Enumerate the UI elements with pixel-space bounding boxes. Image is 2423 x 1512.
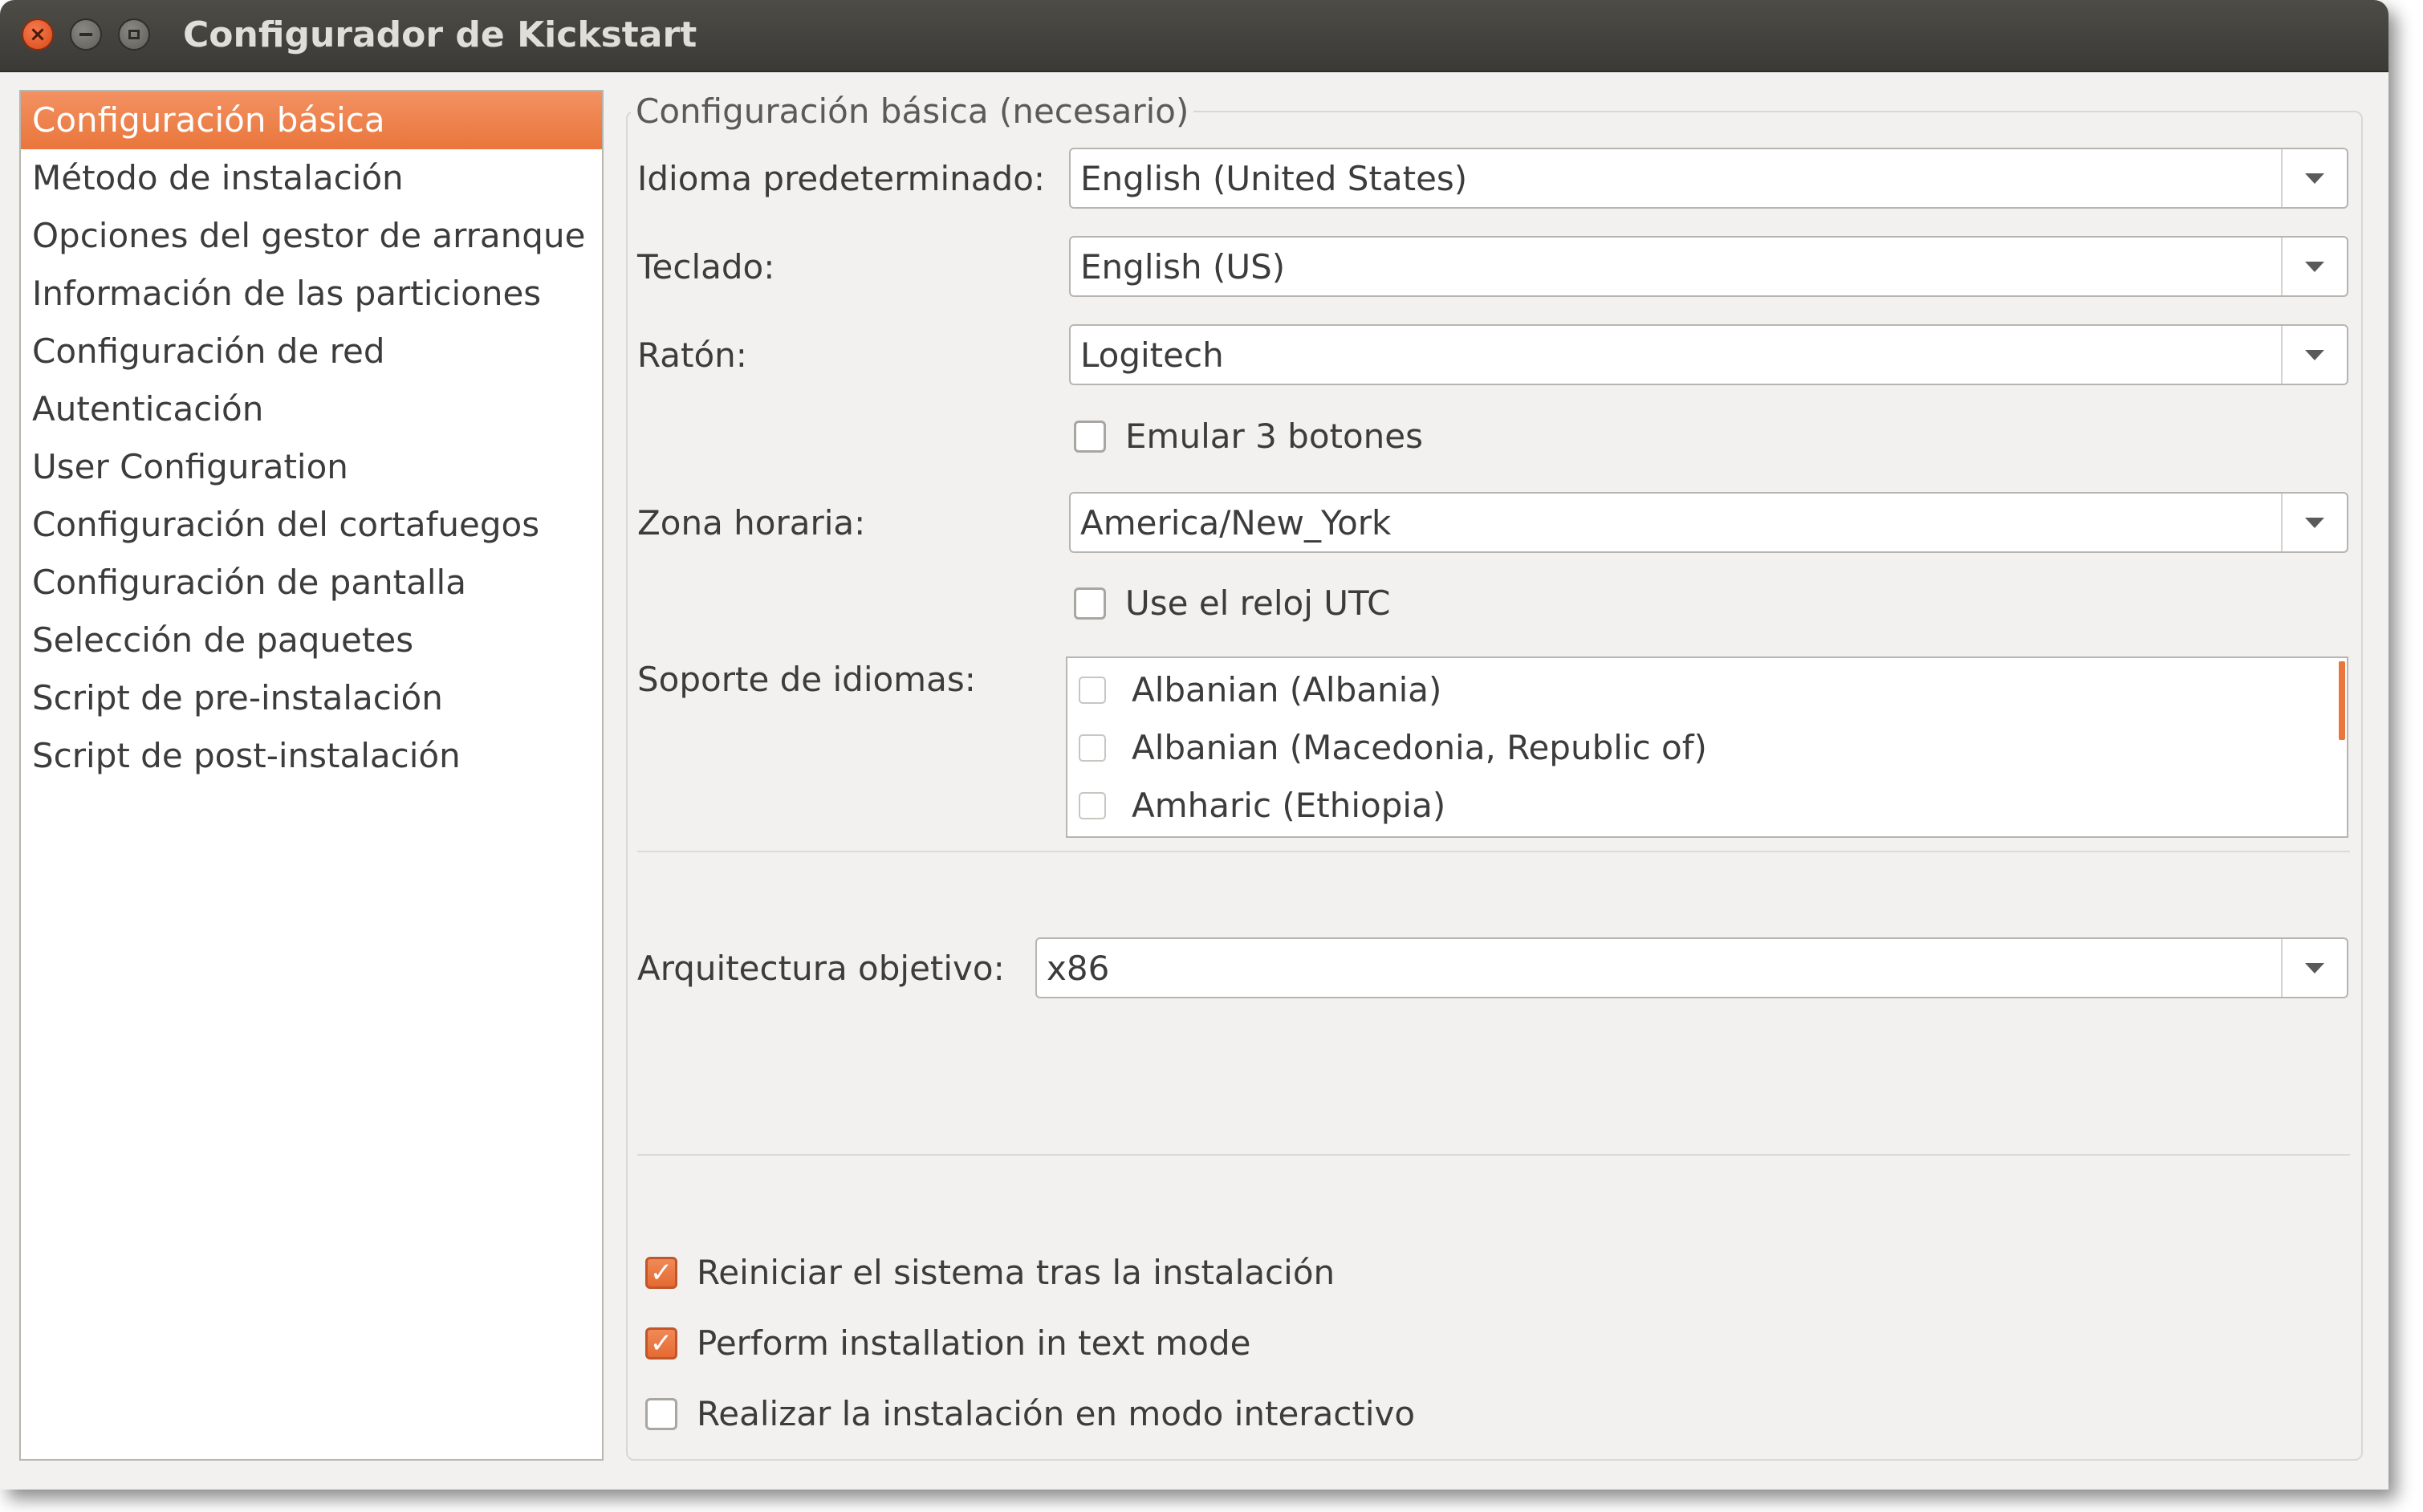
interactive-label[interactable]: Realizar la instalación en modo interact…: [697, 1392, 1415, 1436]
chevron-down-icon: [2305, 962, 2324, 973]
maximize-icon: [128, 30, 140, 39]
sidebar-item-configuracion-basica[interactable]: Configuración básica: [21, 91, 602, 149]
sidebar-item-gestor-arranque[interactable]: Opciones del gestor de arranque: [21, 207, 602, 265]
target-arch-combo[interactable]: x86: [1035, 937, 2348, 998]
minimize-button[interactable]: [70, 18, 102, 51]
text-mode-label[interactable]: Perform installation in text mode: [697, 1322, 1250, 1365]
sidebar-item-autenticacion[interactable]: Autenticación: [21, 380, 602, 438]
check-icon: ✓: [649, 1257, 673, 1289]
timezone-label: Zona horaria:: [637, 503, 866, 543]
mouse-value: Logitech: [1080, 335, 1224, 375]
keyboard-value: English (US): [1080, 247, 1286, 287]
sidebar-item-post-instalacion[interactable]: Script de post-instalación: [21, 727, 602, 785]
list-scroll-indicator[interactable]: [2339, 661, 2345, 740]
dropdown-arrow[interactable]: [2281, 238, 2347, 295]
text-mode-checkbox[interactable]: ✓: [645, 1327, 677, 1360]
reboot-checkbox[interactable]: ✓: [645, 1257, 677, 1289]
language-support-list[interactable]: Albanian (Albania) Albanian (Macedonia, …: [1066, 656, 2348, 838]
chevron-down-icon: [2305, 349, 2324, 360]
dropdown-arrow[interactable]: [2281, 494, 2347, 551]
sidebar-item-user-configuration[interactable]: User Configuration: [21, 438, 602, 496]
frame-title: Configuración básica (necesario): [631, 90, 1194, 133]
dropdown-arrow[interactable]: [2281, 149, 2347, 207]
utc-clock-checkbox[interactable]: [1074, 587, 1106, 620]
check-icon: ✓: [649, 1327, 673, 1360]
chevron-down-icon: [2305, 261, 2324, 272]
language-support-label: Soporte de idiomas:: [637, 660, 976, 699]
separator: [637, 851, 2350, 852]
dropdown-arrow[interactable]: [2281, 326, 2347, 384]
sidebar-item-pantalla[interactable]: Configuración de pantalla: [21, 554, 602, 612]
mouse-combo[interactable]: Logitech: [1069, 324, 2348, 385]
close-button[interactable]: ×: [22, 18, 54, 51]
maximize-button[interactable]: [118, 18, 150, 51]
default-language-label: Idioma predeterminado:: [637, 159, 1046, 198]
sidebar-list: Configuración básica Método de instalaci…: [19, 90, 604, 1461]
chevron-down-icon: [2305, 173, 2324, 184]
reboot-label[interactable]: Reiniciar el sistema tras la instalación: [697, 1251, 1335, 1295]
language-checkbox[interactable]: [1079, 792, 1106, 819]
sidebar-item-pre-instalacion[interactable]: Script de pre-instalación: [21, 669, 602, 727]
window-title: Configurador de Kickstart: [183, 14, 697, 55]
language-label: Albanian (Albania): [1132, 670, 1442, 709]
title-bar: × Configurador de Kickstart: [0, 0, 2388, 72]
target-arch-value: x86: [1047, 949, 1110, 988]
emulate-3-buttons-checkbox[interactable]: [1074, 421, 1106, 453]
dropdown-arrow[interactable]: [2281, 939, 2347, 997]
timezone-value: America/New_York: [1080, 503, 1392, 543]
keyboard-combo[interactable]: English (US): [1069, 236, 2348, 297]
chevron-down-icon: [2305, 517, 2324, 528]
language-checkbox[interactable]: [1079, 677, 1106, 704]
list-item[interactable]: Amharic (Ethiopia): [1067, 777, 2347, 835]
sidebar-item-red[interactable]: Configuración de red: [21, 323, 602, 380]
sidebar-item-cortafuegos[interactable]: Configuración del cortafuegos: [21, 496, 602, 554]
sidebar-item-paquetes[interactable]: Selección de paquetes: [21, 612, 602, 669]
close-icon: ×: [29, 22, 47, 47]
emulate-3-buttons-label[interactable]: Emular 3 botones: [1125, 415, 1423, 458]
keyboard-label: Teclado:: [637, 247, 775, 287]
kickstart-window: × Configurador de Kickstart Configuració…: [0, 0, 2388, 1490]
list-item[interactable]: Albanian (Albania): [1067, 661, 2347, 719]
target-arch-label: Arquitectura objetivo:: [637, 949, 1005, 988]
utc-clock-label[interactable]: Use el reloj UTC: [1125, 582, 1391, 625]
language-checkbox[interactable]: [1079, 734, 1106, 762]
sidebar-item-metodo-instalacion[interactable]: Método de instalación: [21, 149, 602, 207]
language-label: Albanian (Macedonia, Republic of): [1132, 728, 1707, 767]
minimize-icon: [79, 33, 92, 36]
timezone-combo[interactable]: America/New_York: [1069, 492, 2348, 553]
separator: [637, 1154, 2350, 1156]
default-language-combo[interactable]: English (United States): [1069, 148, 2348, 209]
sidebar-item-particiones[interactable]: Información de las particiones: [21, 265, 602, 323]
language-label: Amharic (Ethiopia): [1132, 786, 1446, 825]
mouse-label: Ratón:: [637, 335, 747, 375]
default-language-value: English (United States): [1080, 159, 1468, 198]
list-item[interactable]: Albanian (Macedonia, Republic of): [1067, 719, 2347, 777]
interactive-checkbox[interactable]: [645, 1398, 677, 1430]
